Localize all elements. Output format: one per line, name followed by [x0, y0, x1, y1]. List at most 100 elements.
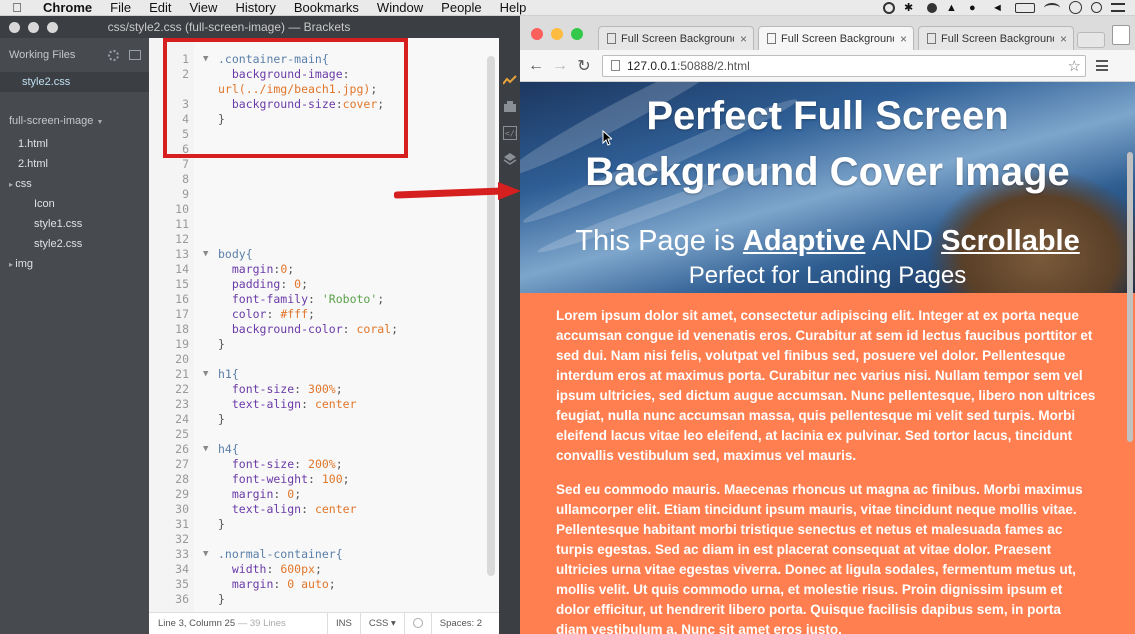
zoom-window-button[interactable] — [47, 21, 58, 33]
project-dropdown[interactable]: full-screen-image ▼ — [0, 108, 149, 134]
code-text: text-align: center — [218, 502, 357, 517]
code-line: 35 margin: 0 auto; — [149, 577, 499, 592]
fold-toggle-icon[interactable]: ▼ — [203, 367, 208, 382]
code-token: 0 auto — [287, 577, 329, 591]
code-text: } — [218, 592, 225, 607]
clock-icon[interactable] — [1069, 1, 1082, 14]
code-line: 11 — [149, 217, 499, 232]
tab-2-active[interactable]: Full Screen Background × — [758, 26, 914, 50]
svg-text:</>: </> — [505, 129, 517, 138]
code-token: ; — [335, 382, 343, 396]
code-token: : — [294, 382, 309, 396]
close-tab-icon[interactable]: × — [740, 32, 747, 46]
close-tab-icon[interactable]: × — [1060, 32, 1067, 46]
address-bar[interactable]: 127.0.0.1:50888/2.html ☆ — [602, 54, 1086, 77]
battery-icon[interactable] — [1015, 2, 1035, 13]
code-token: font-family — [218, 292, 309, 306]
gear-icon[interactable] — [108, 49, 119, 61]
language-select[interactable]: CSS ▾ — [359, 612, 404, 634]
tree-file[interactable]: style2.css — [0, 234, 149, 254]
line-number: 34 — [175, 562, 189, 576]
tab-title: Full Screen Background — [621, 32, 734, 45]
tree-folder[interactable]: ▸ css — [0, 174, 149, 194]
code-token: : — [301, 502, 315, 516]
tree-folder[interactable]: ▸ img — [0, 254, 149, 274]
tab-3[interactable]: Full Screen Background × — [918, 26, 1074, 50]
code-token: 200% — [308, 457, 336, 471]
menu-bar:  Chrome File Edit View History Bookmark… — [0, 0, 1135, 16]
code-text: h1{ — [218, 367, 239, 382]
menu-help[interactable]: Help — [491, 0, 536, 16]
fold-toggle-icon[interactable]: ▼ — [203, 547, 208, 562]
code-line: 18 background-color: coral; — [149, 322, 499, 337]
code-line: 12 — [149, 232, 499, 247]
chrome-close-button[interactable] — [531, 28, 543, 40]
line-number: 15 — [175, 277, 189, 291]
insert-mode-toggle[interactable]: INS — [327, 612, 360, 634]
minimize-window-button[interactable] — [28, 21, 39, 33]
tab-title: Full Screen Background — [781, 32, 894, 45]
tree-file[interactable]: Icon — [0, 194, 149, 214]
line-number: 8 — [182, 172, 189, 186]
creative-cloud-icon[interactable] — [927, 2, 937, 13]
code-text: } — [218, 337, 225, 352]
menu-file[interactable]: File — [101, 0, 140, 16]
split-view-icon[interactable] — [129, 49, 141, 60]
indent-setting[interactable]: Spaces: 2 — [430, 612, 490, 634]
tree-file[interactable]: style1.css — [0, 214, 149, 234]
code-token: h4{ — [218, 442, 239, 456]
brackets-main-toolbar: </> — [499, 38, 520, 634]
menu-window[interactable]: Window — [368, 0, 432, 16]
live-preview-icon[interactable] — [503, 74, 517, 88]
menu-bookmarks[interactable]: Bookmarks — [285, 0, 368, 16]
chrome-minimize-button[interactable] — [551, 28, 563, 40]
layers-icon[interactable] — [503, 152, 517, 166]
close-window-button[interactable] — [9, 21, 20, 33]
page-viewport[interactable]: Perfect Full Screen Background Cover Ima… — [520, 82, 1135, 634]
wifi-icon[interactable] — [1044, 2, 1060, 13]
code-token: ; — [294, 487, 302, 501]
menu-edit[interactable]: Edit — [140, 0, 180, 16]
code-text: padding: 0; — [218, 277, 308, 292]
notification-icon[interactable]: ● — [969, 2, 983, 14]
chrome-zoom-button[interactable] — [571, 28, 583, 40]
page-info-icon[interactable] — [611, 60, 620, 71]
bookmark-star-icon[interactable]: ☆ — [1068, 57, 1081, 75]
page-scrollbar[interactable] — [1127, 152, 1133, 442]
forward-arrow-icon[interactable]: → — [548, 57, 572, 75]
hero-tagline: Perfect for Landing Pages — [688, 262, 967, 289]
fold-toggle-icon[interactable]: ▼ — [203, 247, 208, 262]
code-icon[interactable]: </> — [503, 126, 517, 140]
record-icon[interactable] — [883, 1, 895, 14]
menu-history[interactable]: History — [226, 0, 284, 16]
extension-manager-icon[interactable] — [503, 100, 517, 114]
tree-item-label: css — [15, 178, 32, 190]
drive-icon[interactable]: ▲ — [946, 2, 960, 14]
working-file-style2[interactable]: style2.css — [0, 72, 149, 92]
menu-app-chrome[interactable]: Chrome — [34, 0, 101, 16]
menu-view[interactable]: View — [180, 0, 226, 16]
apple-icon[interactable]:  — [0, 0, 34, 15]
tree-item-label: 2.html — [18, 158, 48, 170]
new-tab-button[interactable] — [1077, 32, 1105, 48]
linter-status[interactable] — [403, 612, 431, 634]
code-text: } — [218, 412, 225, 427]
close-tab-icon[interactable]: × — [900, 32, 907, 46]
volume-icon[interactable]: ◄ — [992, 2, 1006, 14]
chrome-menu-icon[interactable] — [1096, 60, 1108, 71]
profile-icon[interactable] — [1112, 25, 1130, 45]
notification-center-icon[interactable] — [1111, 3, 1125, 12]
bluetooth-icon[interactable]: ✱ — [904, 2, 918, 14]
chrome-window-controls — [531, 28, 583, 40]
code-token: } — [218, 412, 225, 426]
menu-people[interactable]: People — [432, 0, 490, 16]
fold-toggle-icon[interactable]: ▼ — [203, 442, 208, 457]
tree-file[interactable]: 2.html — [0, 154, 149, 174]
code-token: ; — [287, 262, 295, 276]
tab-1[interactable]: Full Screen Background × — [598, 26, 754, 50]
reload-icon[interactable]: ↻ — [572, 56, 596, 76]
editor-scrollbar[interactable] — [487, 56, 495, 576]
spotlight-icon[interactable] — [1091, 2, 1102, 13]
tree-file[interactable]: 1.html — [0, 134, 149, 154]
back-arrow-icon[interactable]: ← — [524, 57, 548, 75]
